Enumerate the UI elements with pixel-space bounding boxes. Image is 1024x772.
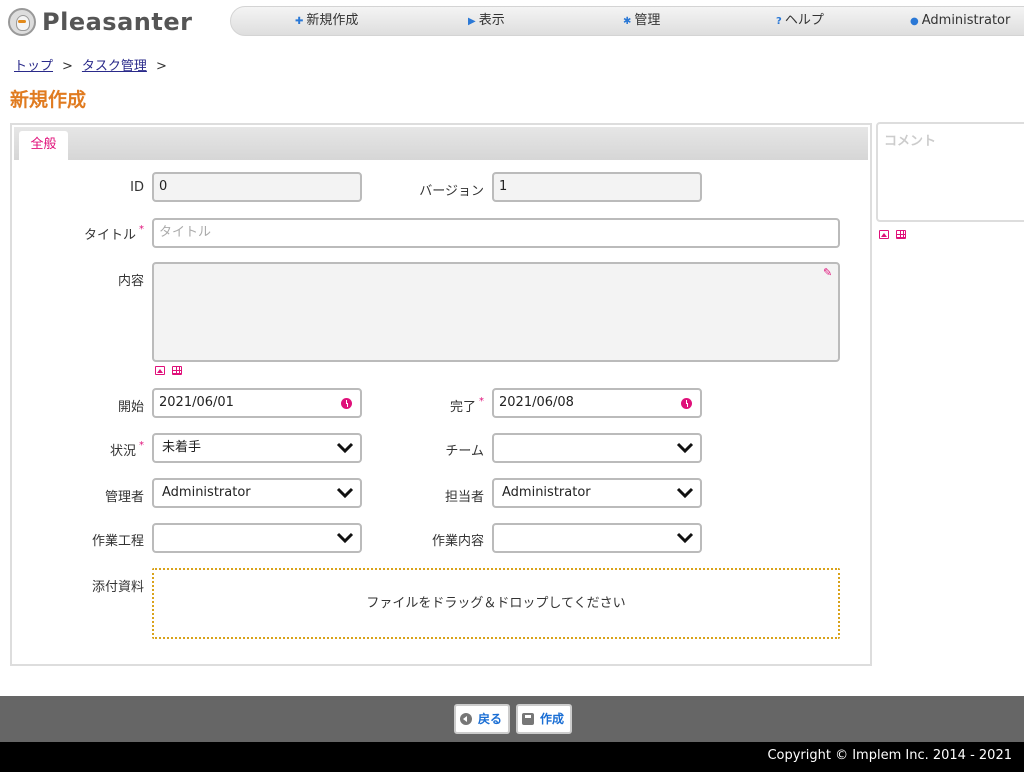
pleasanter-logo-icon: [8, 8, 36, 36]
back-button[interactable]: 戻る: [454, 704, 511, 734]
page-title: 新規作成: [10, 89, 87, 111]
work-process-label: 作業工程: [91, 534, 144, 549]
attachments-dropzone[interactable]: ファイルをドラッグ＆ドロップしてください: [152, 568, 840, 639]
required-mark: *: [479, 396, 484, 407]
complete-date-input[interactable]: 2021/06/08: [492, 388, 702, 418]
table-icon[interactable]: [896, 230, 906, 239]
logo[interactable]: Pleasanter: [8, 6, 192, 38]
required-mark: *: [139, 224, 144, 235]
image-icon[interactable]: [879, 230, 889, 239]
manager-label: 管理者: [104, 490, 144, 505]
create-button[interactable]: 作成: [516, 704, 573, 734]
body-label: 内容: [117, 274, 144, 289]
id-label: ID: [130, 180, 144, 195]
gear-icon: ✱: [623, 16, 632, 27]
copyright-text: Copyright © Implem Inc. 2014 - 2021: [767, 748, 1012, 763]
breadcrumb: トップ > タスク管理 >: [14, 55, 176, 74]
chevron-down-icon: [336, 487, 354, 499]
required-mark: *: [139, 440, 144, 451]
main-menu: ✚ 新規作成 ▶ 表示 ✱ 管理 ? ヘルプ ● Administrator: [230, 6, 1024, 36]
menu-user[interactable]: ● Administrator: [910, 7, 1010, 35]
owner-select[interactable]: Administrator: [492, 478, 702, 508]
menu-view[interactable]: ▶ 表示: [468, 7, 505, 35]
title-input[interactable]: タイトル: [152, 218, 840, 248]
breadcrumb-separator: >: [155, 59, 167, 74]
menu-new[interactable]: ✚ 新規作成: [295, 7, 358, 35]
menu-manage[interactable]: ✱ 管理: [623, 7, 660, 35]
back-icon: [460, 713, 472, 725]
save-icon: [522, 713, 534, 725]
work-content-label: 作業内容: [431, 534, 484, 549]
menu-help[interactable]: ? ヘルプ: [776, 7, 824, 35]
breadcrumb-task-management[interactable]: タスク管理: [82, 59, 147, 74]
chevron-down-icon: [336, 532, 354, 544]
chevron-down-icon: [676, 487, 694, 499]
tab-general[interactable]: 全般: [19, 131, 68, 160]
manager-select[interactable]: Administrator: [152, 478, 362, 508]
start-label: 開始: [117, 400, 144, 415]
breadcrumb-separator: >: [62, 59, 73, 74]
title-label: タイトル *: [83, 224, 144, 243]
question-icon: ?: [776, 16, 782, 27]
status-label: 状況 *: [109, 440, 144, 459]
team-select[interactable]: [492, 433, 702, 463]
clock-icon[interactable]: [341, 398, 352, 409]
start-date-input[interactable]: 2021/06/01: [152, 388, 362, 418]
pencil-icon[interactable]: ✎: [823, 266, 832, 279]
logo-text: Pleasanter: [42, 8, 193, 36]
tab-bar: [14, 127, 868, 160]
plus-icon: ✚: [295, 16, 304, 27]
id-field: 0: [152, 172, 362, 202]
attachments-label: 添付資料: [91, 580, 144, 595]
owner-label: 担当者: [444, 490, 484, 505]
work-process-select[interactable]: [152, 523, 362, 553]
triangle-right-icon: ▶: [468, 16, 476, 27]
chevron-down-icon: [676, 442, 694, 454]
complete-label: 完了 *: [449, 396, 484, 415]
status-select[interactable]: 未着手: [152, 433, 362, 463]
version-field: 1: [492, 172, 702, 202]
table-icon[interactable]: [172, 366, 182, 375]
chevron-down-icon: [676, 532, 694, 544]
chevron-down-icon: [336, 442, 354, 454]
version-label: バージョン: [419, 184, 484, 199]
team-label: チーム: [445, 444, 484, 459]
comment-title: コメント: [884, 134, 937, 149]
body-textarea[interactable]: [152, 262, 840, 362]
image-icon[interactable]: [155, 366, 165, 375]
work-content-select[interactable]: [492, 523, 702, 553]
clock-icon[interactable]: [681, 398, 692, 409]
breadcrumb-top[interactable]: トップ: [14, 59, 53, 74]
user-icon: ●: [910, 16, 919, 27]
command-bar: [0, 696, 1024, 742]
